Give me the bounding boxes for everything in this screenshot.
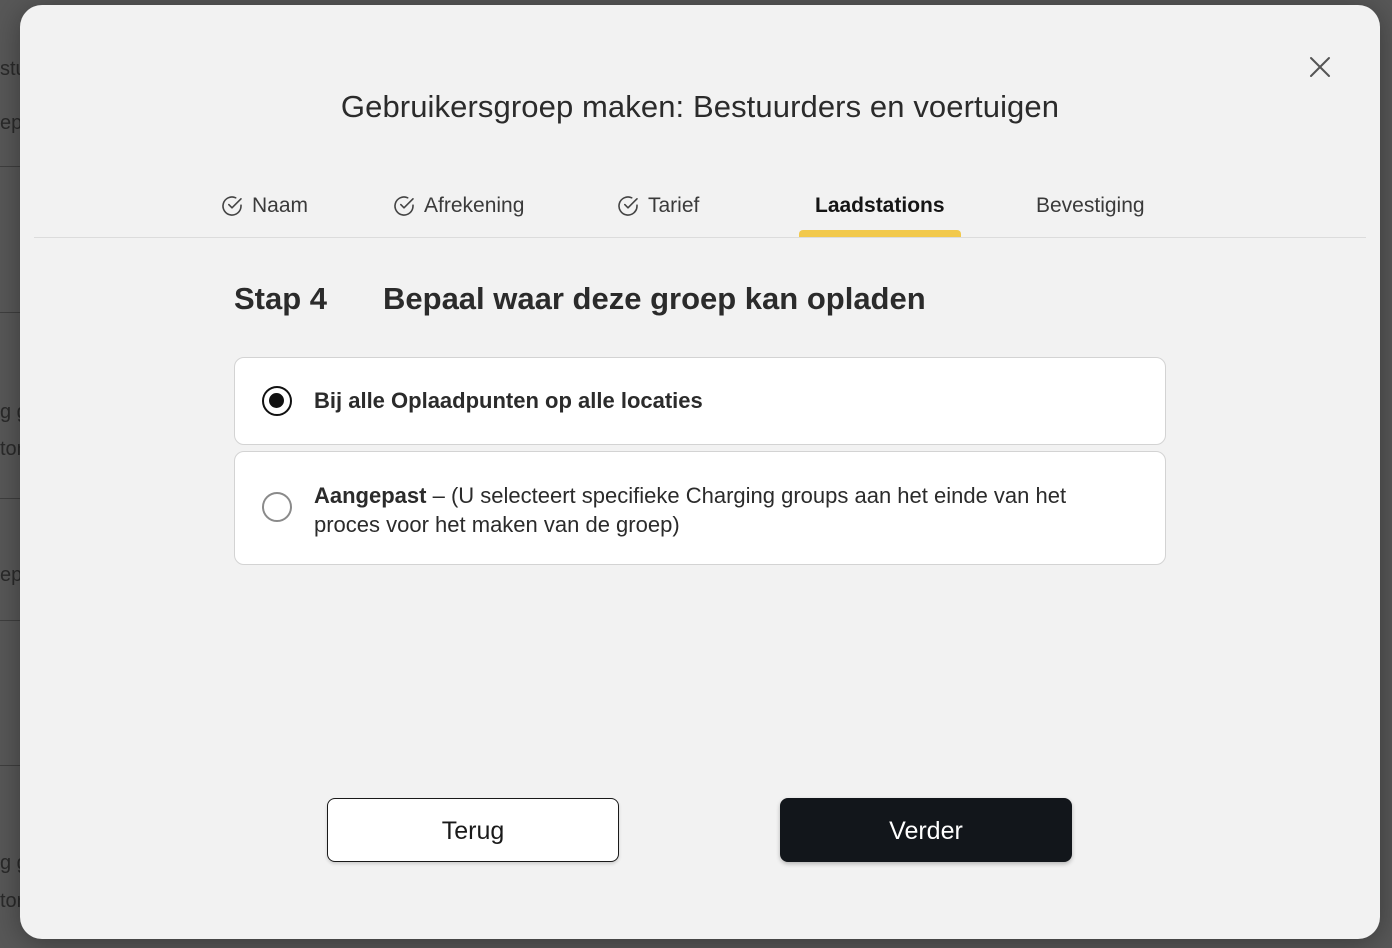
option-all-charge-points[interactable]: Bij alle Oplaadpunten op alle locaties — [234, 357, 1166, 445]
option-label: Aangepast – (U selecteert specifieke Cha… — [314, 481, 1137, 539]
next-button[interactable]: Verder — [780, 798, 1072, 862]
back-button[interactable]: Terug — [327, 798, 619, 862]
tab-label: Laadstations — [815, 194, 945, 217]
tab-label: Afrekening — [424, 194, 525, 217]
option-custom[interactable]: Aangepast – (U selecteert specifieke Cha… — [234, 451, 1166, 565]
option-label-description: – (U selecteert specifieke Charging grou… — [314, 483, 1067, 537]
tab-tarief[interactable]: Tarief — [616, 185, 699, 237]
option-label: Bij alle Oplaadpunten op alle locaties — [314, 388, 703, 413]
create-user-group-dialog: Gebruikersgroep maken: Bestuurders en vo… — [20, 5, 1380, 939]
tab-label: Naam — [252, 194, 309, 217]
option-label-bold: Aangepast — [314, 483, 427, 508]
step-number: Stap 4 — [234, 281, 328, 316]
check-circle-icon — [394, 196, 414, 216]
step-title: Bepaal waar deze groep kan opladen — [383, 281, 926, 316]
radio-button-selected[interactable] — [262, 386, 292, 416]
dialog-title: Gebruikersgroep maken: Bestuurders en vo… — [340, 89, 1060, 124]
close-button[interactable] — [1302, 49, 1338, 85]
background-text: ep — [0, 564, 23, 586]
close-icon — [1310, 57, 1330, 77]
tab-afrekening[interactable]: Afrekening — [392, 185, 524, 237]
check-circle-icon — [618, 196, 638, 216]
wizard-steps: Naam Afrekening Tarief Laadstations Beve… — [34, 185, 1366, 238]
tab-laadstations[interactable]: Laadstations — [799, 185, 961, 237]
tab-label: Bevestiging — [1036, 194, 1145, 217]
check-circle-icon — [222, 196, 242, 216]
tab-naam[interactable]: Naam — [220, 185, 308, 237]
tab-bevestiging[interactable]: Bevestiging — [1036, 185, 1145, 237]
background-text: ep — [0, 112, 23, 134]
radio-button[interactable] — [262, 492, 292, 522]
tab-label: Tarief — [648, 194, 700, 217]
